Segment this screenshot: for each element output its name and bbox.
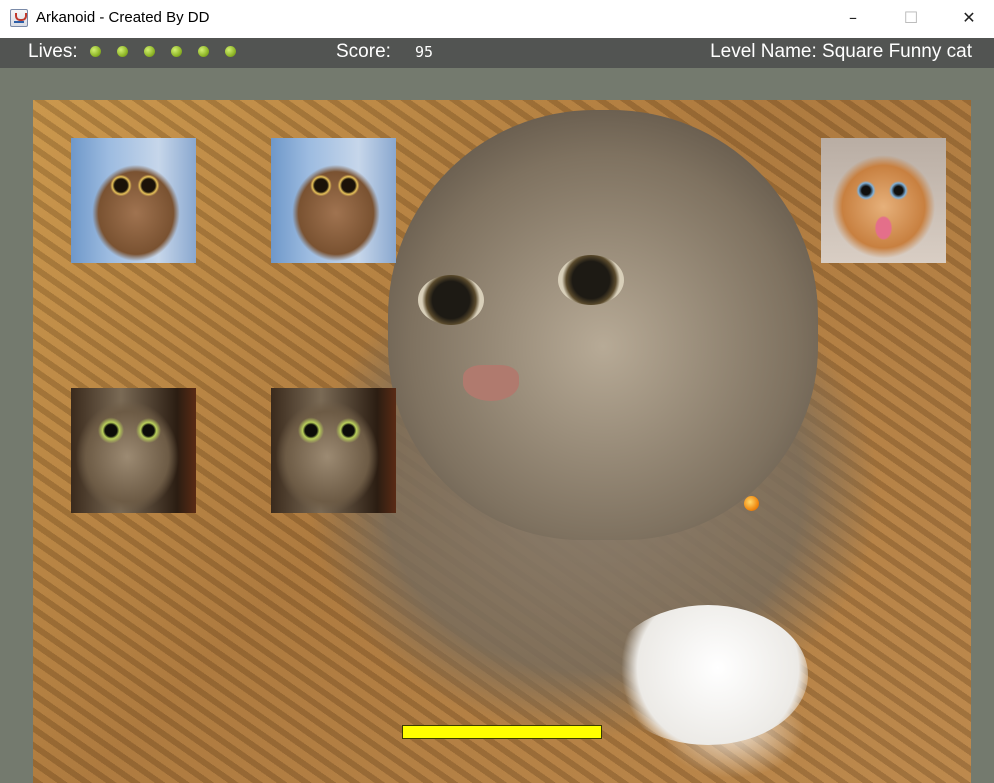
cat-eye-right	[558, 255, 624, 305]
window-title: Arkanoid - Created By DD	[36, 9, 210, 26]
life-ball-icon	[90, 46, 101, 57]
cat-paw	[608, 605, 808, 745]
level-name: Level Name: Square Funny cat	[710, 41, 972, 62]
close-button[interactable]: ✕	[946, 0, 992, 38]
game-hud: Lives: Score: 95 Level Name: Square Funn…	[0, 38, 994, 68]
block-surprised-cat	[71, 388, 196, 513]
lives-indicator	[90, 46, 252, 60]
life-ball-icon	[117, 46, 128, 57]
minimize-button[interactable]: –	[830, 0, 876, 38]
maximize-button[interactable]: ☐	[888, 0, 934, 38]
life-ball-icon	[198, 46, 209, 57]
life-ball-icon	[171, 46, 182, 57]
ball	[744, 496, 759, 511]
score-value: 95	[415, 43, 434, 61]
background-cat-image	[33, 100, 971, 783]
game-border	[0, 68, 994, 783]
cat-head	[388, 110, 818, 540]
paddle[interactable]	[402, 725, 602, 739]
lives-label: Lives:	[28, 41, 78, 62]
block-tabby-cat	[271, 138, 396, 263]
score-label: Score:	[336, 41, 391, 62]
cat-eye-left	[418, 275, 484, 325]
cat-nose	[463, 365, 519, 401]
life-ball-icon	[144, 46, 155, 57]
block-tabby-cat	[71, 138, 196, 263]
java-app-icon	[10, 9, 28, 27]
window-title-bar: Arkanoid - Created By DD – ☐ ✕	[0, 0, 994, 39]
life-ball-icon	[225, 46, 236, 57]
block-orange-kitten	[821, 138, 946, 263]
block-surprised-cat	[271, 388, 396, 513]
